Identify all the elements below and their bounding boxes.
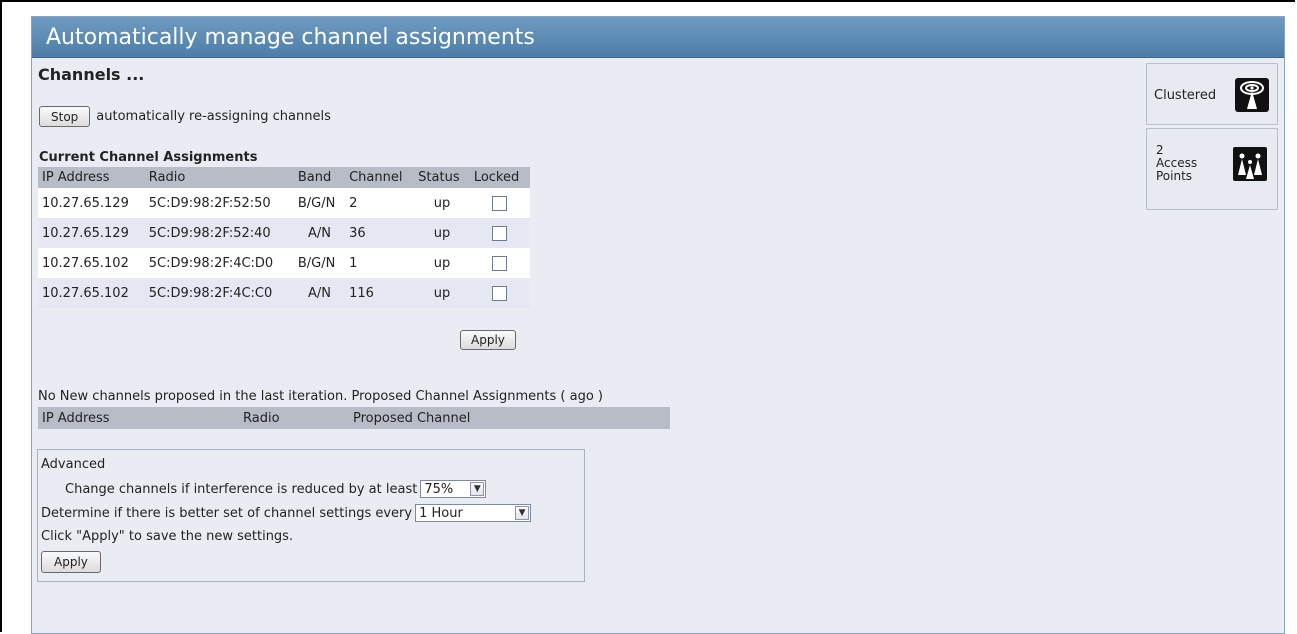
status-cell: up	[414, 248, 470, 278]
ip-cell: 10.27.65.129	[38, 188, 145, 218]
radio-cell: 5C:D9:98:2F:4C:D0	[144, 248, 294, 278]
table-row: 10.27.65.129 5C:D9:98:2F:52:40 A/N 36 up	[38, 218, 530, 248]
stop-row: Stop automatically re-assigning channels	[39, 106, 331, 127]
locked-cell	[469, 278, 530, 308]
band-cell: A/N	[293, 278, 346, 308]
locked-cell	[469, 248, 530, 278]
locked-checkbox[interactable]	[492, 225, 508, 241]
radio-cell: 5C:D9:98:2F:52:50	[144, 188, 294, 218]
channel-management-panel: Automatically manage channel assignments…	[31, 16, 1285, 634]
clustered-label: Clustered	[1154, 88, 1217, 103]
save-hint: Click "Apply" to save the new settings.	[41, 529, 294, 544]
column-header: Channel	[345, 167, 415, 188]
apply-advanced-button[interactable]: Apply	[41, 551, 101, 573]
interval-value: 1 Hour	[419, 505, 463, 521]
interference-select[interactable]: 75% ▼	[420, 480, 487, 498]
cluster-icon	[1235, 78, 1269, 112]
table-row: 10.27.65.129 5C:D9:98:2F:52:50 B/G/N 2 u…	[38, 188, 530, 218]
channel-cell: 116	[345, 278, 415, 308]
page-title: Automatically manage channel assignments	[46, 24, 535, 50]
column-header: Radio	[243, 410, 280, 426]
stop-button[interactable]: Stop	[39, 106, 91, 127]
ip-cell: 10.27.65.102	[38, 278, 145, 308]
column-header: Band	[293, 167, 346, 188]
status-cell: up	[414, 188, 470, 218]
hint-row: Click "Apply" to save the new settings.	[41, 529, 293, 544]
column-header: Proposed Channel	[353, 410, 471, 426]
channels-heading: Channels ...	[38, 65, 145, 84]
column-header: Radio	[144, 167, 294, 188]
interference-value: 75%	[424, 481, 454, 497]
locked-checkbox[interactable]	[492, 255, 508, 271]
access-points-box[interactable]: 2 Access Points	[1146, 128, 1278, 210]
current-assignments-label: Current Channel Assignments	[39, 150, 258, 165]
ip-cell: 10.27.65.129	[38, 218, 145, 248]
chevron-down-icon: ▼	[515, 506, 530, 520]
stop-description: automatically re-assigning channels	[96, 109, 331, 124]
locked-cell	[469, 188, 530, 218]
column-header: IP Address	[42, 410, 110, 426]
channel-cell: 36	[345, 218, 415, 248]
radio-cell: 5C:D9:98:2F:4C:C0	[144, 278, 294, 308]
proposed-table-header: IP Address Radio Proposed Channel	[38, 407, 670, 429]
band-cell: B/G/N	[293, 188, 346, 218]
band-cell: A/N	[293, 218, 346, 248]
status-cell: up	[414, 278, 470, 308]
title-bar: Automatically manage channel assignments	[32, 17, 1284, 58]
interval-select[interactable]: 1 Hour ▼	[415, 504, 532, 522]
column-header: IP Address	[38, 167, 145, 188]
ip-cell: 10.27.65.102	[38, 248, 145, 278]
locked-checkbox[interactable]	[492, 195, 508, 211]
locked-cell	[469, 218, 530, 248]
channel-cell: 1	[345, 248, 415, 278]
locked-checkbox[interactable]	[492, 285, 508, 301]
table-row: 10.27.65.102 5C:D9:98:2F:4C:C0 A/N 116 u…	[38, 278, 530, 308]
table-row: 10.27.65.102 5C:D9:98:2F:4C:D0 B/G/N 1 u…	[38, 248, 530, 278]
radio-cell: 5C:D9:98:2F:52:40	[144, 218, 294, 248]
advanced-label: Advanced	[41, 457, 106, 472]
chevron-down-icon: ▼	[470, 482, 485, 496]
band-cell: B/G/N	[293, 248, 346, 278]
interval-label: Determine if there is better set of chan…	[41, 505, 413, 521]
channel-cell: 2	[345, 188, 415, 218]
clustered-status-box[interactable]: Clustered	[1146, 63, 1278, 125]
table-header-row: IP Address Radio Band Channel Status Loc…	[38, 167, 530, 188]
interference-row: Change channels if interference is reduc…	[65, 480, 487, 498]
interference-label: Change channels if interference is reduc…	[65, 481, 418, 497]
access-points-text: 2 Access Points	[1156, 144, 1197, 183]
access-points-icon	[1233, 147, 1267, 181]
proposed-status-message: No New channels proposed in the last ite…	[38, 389, 603, 404]
current-assignments-table: IP Address Radio Band Channel Status Loc…	[38, 167, 530, 308]
access-points-label-2: Points	[1156, 169, 1193, 183]
interval-row: Determine if there is better set of chan…	[41, 504, 532, 522]
apply-assignments-button[interactable]: Apply	[460, 330, 516, 350]
column-header: Locked	[469, 167, 530, 188]
column-header: Status	[414, 167, 470, 188]
status-cell: up	[414, 218, 470, 248]
advanced-section: Advanced Change channels if interference…	[37, 449, 585, 582]
